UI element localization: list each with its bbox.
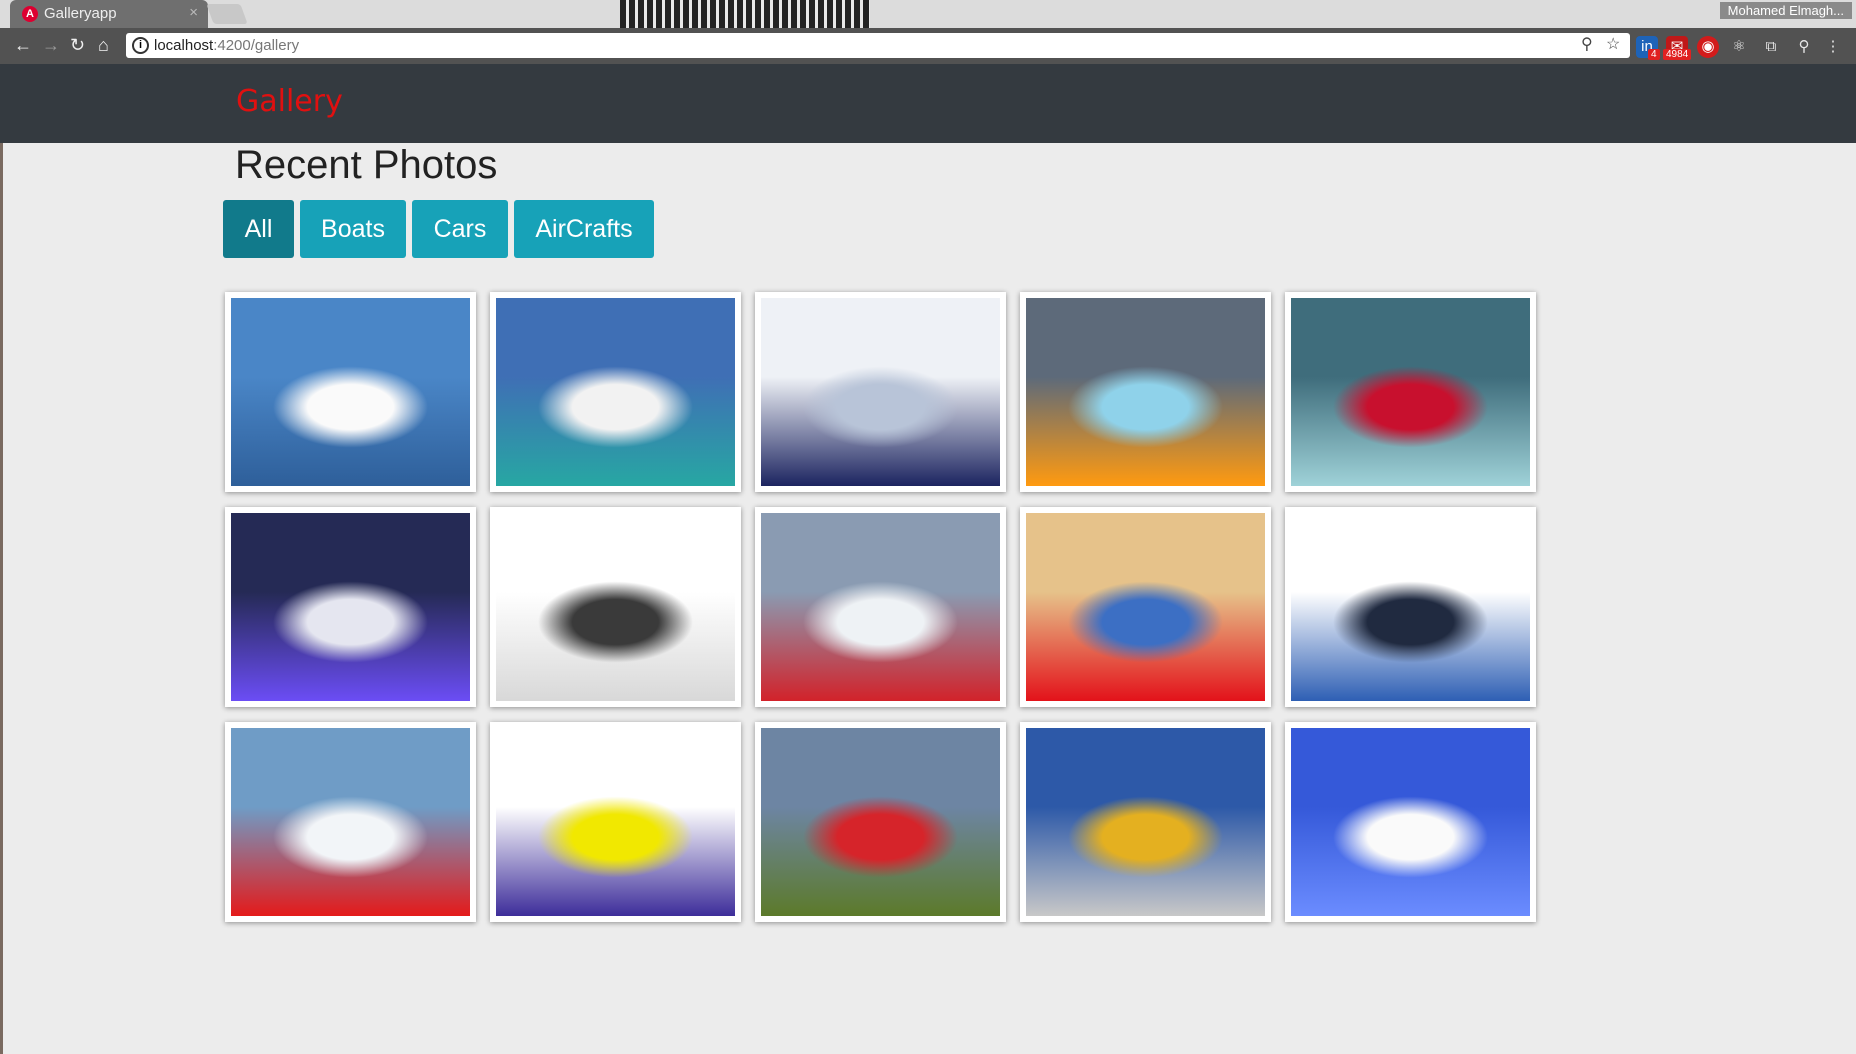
- filter-boats-button[interactable]: Boats: [300, 200, 406, 258]
- navbar-brand[interactable]: Gallery: [236, 84, 343, 119]
- photo-card-aircraft[interactable]: [1285, 722, 1536, 922]
- extension-mail-count: 4984: [1663, 49, 1692, 60]
- photo-image[interactable]: [761, 298, 1000, 486]
- filter-cars-button[interactable]: Cars: [412, 200, 508, 258]
- tab-close-icon[interactable]: ×: [189, 4, 198, 21]
- reload-icon[interactable]: ↻: [70, 35, 85, 56]
- address-bar[interactable]: i localhost:4200/gallery ⚲ ☆: [126, 33, 1630, 58]
- photo-image[interactable]: [1291, 513, 1530, 701]
- browser-tab[interactable]: A Galleryapp ×: [10, 0, 208, 28]
- photo-image[interactable]: [761, 513, 1000, 701]
- back-icon[interactable]: ←: [14, 35, 32, 56]
- filter-all-button[interactable]: All: [223, 200, 294, 258]
- photo-card-aircraft[interactable]: [1020, 722, 1271, 922]
- filter-aircrafts-button[interactable]: AirCrafts: [514, 200, 654, 258]
- photo-card-boat[interactable]: [225, 292, 476, 492]
- photo-card-boat[interactable]: [490, 292, 741, 492]
- photo-card-car[interactable]: [1285, 507, 1536, 707]
- photo-image[interactable]: [231, 728, 470, 916]
- photo-image[interactable]: [496, 513, 735, 701]
- photo-image[interactable]: [231, 513, 470, 701]
- extension-screenshot-icon[interactable]: ⧉: [1760, 36, 1782, 58]
- browser-menu-icon[interactable]: ⋮: [1822, 36, 1844, 58]
- photo-image[interactable]: [1291, 298, 1530, 486]
- profile-button[interactable]: Mohamed Elmagh...: [1719, 2, 1852, 19]
- photo-card-boat[interactable]: [1285, 292, 1536, 492]
- app-navbar: Gallery: [0, 64, 1856, 143]
- window-edge: [0, 143, 3, 1054]
- photo-card-car[interactable]: [755, 507, 1006, 707]
- photo-image[interactable]: [496, 728, 735, 916]
- photo-card-car[interactable]: [1020, 507, 1271, 707]
- bookmark-star-icon[interactable]: ☆: [1606, 34, 1620, 54]
- page-title: Recent Photos: [235, 143, 498, 187]
- forward-icon[interactable]: →: [42, 35, 60, 56]
- tab-title: Galleryapp: [44, 5, 117, 22]
- photo-card-aircraft[interactable]: [755, 722, 1006, 922]
- new-tab-button[interactable]: [206, 4, 248, 24]
- home-icon[interactable]: ⌂: [98, 35, 109, 56]
- desktop-banner: [620, 0, 870, 28]
- extension-location-icon[interactable]: ⚲: [1793, 36, 1815, 58]
- photo-card-car[interactable]: [225, 507, 476, 707]
- url-text[interactable]: localhost:4200/gallery: [154, 37, 299, 54]
- photo-image[interactable]: [761, 728, 1000, 916]
- photo-image[interactable]: [1026, 513, 1265, 701]
- photo-image[interactable]: [1026, 728, 1265, 916]
- photo-image[interactable]: [496, 298, 735, 486]
- photo-image[interactable]: [1291, 728, 1530, 916]
- photo-card-car[interactable]: [490, 507, 741, 707]
- extension-badge-count: 4: [1648, 49, 1660, 60]
- angular-favicon-icon: A: [22, 6, 38, 22]
- photo-image[interactable]: [231, 298, 470, 486]
- photo-card-boat[interactable]: [1020, 292, 1271, 492]
- photo-card-aircraft[interactable]: [225, 722, 476, 922]
- photo-card-aircraft[interactable]: [490, 722, 741, 922]
- extension-shield-icon[interactable]: ◉: [1697, 36, 1719, 58]
- photo-card-boat[interactable]: [755, 292, 1006, 492]
- info-icon[interactable]: i: [132, 37, 149, 54]
- browser-toolbar: ← → ↻ ⌂ i localhost:4200/gallery ⚲ ☆: [0, 28, 1856, 64]
- zoom-icon[interactable]: ⚲: [1581, 34, 1593, 54]
- browser-tab-strip: A Galleryapp × Mohamed Elmagh...: [0, 0, 1856, 28]
- extension-react-icon[interactable]: ⚛: [1728, 36, 1750, 58]
- photo-image[interactable]: [1026, 298, 1265, 486]
